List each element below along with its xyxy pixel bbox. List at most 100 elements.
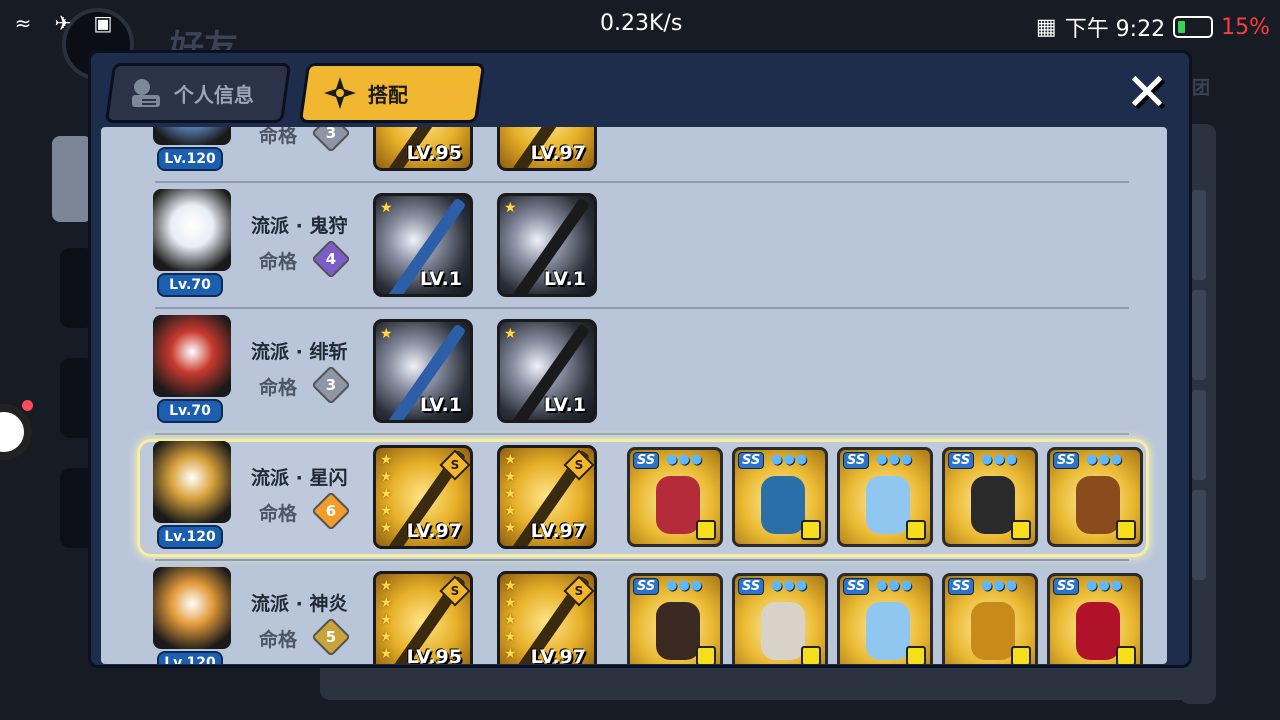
card-grade: SS — [738, 452, 765, 469]
card-tier-icons: ●●● — [1086, 578, 1124, 593]
accessory-card[interactable]: SS ●●● — [1047, 447, 1143, 547]
weapon-level: LV.95 — [406, 142, 462, 164]
wifi-icon: ≈ — [14, 11, 32, 35]
star-icon: ★ — [380, 646, 393, 662]
card-corner-icon — [1011, 520, 1031, 540]
card-grade: SS — [948, 452, 975, 469]
weapon-slot[interactable]: ★ LV.1 — [373, 319, 473, 423]
star-icon: ★ — [380, 520, 393, 536]
card-corner-icon — [801, 520, 821, 540]
card-tier-icons: ●●● — [876, 578, 914, 593]
destiny-rank-icon: 3 — [311, 365, 351, 405]
weapon-slot[interactable]: ★ ★ ★ ★ ★ S LV.95 — [373, 571, 473, 664]
card-tier-icons: ●●● — [771, 452, 809, 467]
hero-avatar[interactable] — [153, 127, 231, 145]
loadout-row[interactable]: Lv.70 流派 · 绯斩 命格 3 ★ LV.1 ★ LV.1 — [101, 309, 1167, 435]
card-tier-icons: ●●● — [666, 578, 704, 593]
image-icon: ▣ — [93, 11, 113, 35]
destiny-rank-value: 4 — [325, 250, 337, 268]
star-icon: ★ — [504, 646, 517, 662]
crystal-icon — [866, 476, 910, 534]
weapon-slot[interactable]: ★ LV.1 — [497, 193, 597, 297]
profile-card-icon — [132, 79, 160, 107]
weapon-slot[interactable]: ★★ LV.97 — [497, 127, 597, 171]
accessory-card[interactable]: SS ●●● — [837, 447, 933, 547]
school-label: 流派 · 鬼狩 — [251, 215, 348, 237]
hero-avatar[interactable] — [153, 315, 231, 397]
background-side-label: 团 — [1192, 78, 1210, 99]
close-button[interactable]: ✕ — [1121, 67, 1173, 121]
weapon-level: LV.97 — [530, 142, 586, 164]
tab-loadout[interactable]: 搭配 — [298, 63, 486, 123]
accessory-card[interactable]: SS ●●● — [627, 573, 723, 664]
star-icon: ★ — [504, 503, 517, 519]
loadout-row[interactable]: Lv.120 流派 · 星闪 命格 6 ★ ★ ★ ★ ★ S LV.97 ★ ★ ★ ★ ★ S … — [101, 435, 1167, 561]
tab-personal-info[interactable]: 个人信息 — [104, 63, 292, 123]
loadout-row[interactable]: Lv.120 流派 · 神炎 命格 5 ★ ★ ★ ★ ★ S LV.95 ★ ★ ★ ★ ★ S … — [101, 561, 1167, 664]
weapon-slot[interactable]: ★ LV.1 — [373, 193, 473, 297]
weapon-grade: S — [574, 458, 584, 472]
accessory-card[interactable]: SS ●●● — [942, 447, 1038, 547]
weapon-level: LV.1 — [419, 394, 462, 416]
card-tier-icons: ●●● — [666, 452, 704, 467]
star-icon: ★ — [380, 503, 393, 519]
loadout-row[interactable]: Lv.120 命格 3 ★★★ LV.95 ★★ LV.97 — [101, 127, 1167, 183]
card-tier-icons: ●●● — [981, 452, 1019, 467]
hero-avatar[interactable] — [153, 189, 231, 271]
star-icon: ★ — [380, 595, 393, 611]
background-right-strip — [1192, 490, 1206, 580]
accessory-card[interactable]: SS ●●● — [627, 447, 723, 547]
card-corner-icon — [1116, 520, 1136, 540]
crystal-icon — [866, 602, 910, 660]
weapon-level: LV.97 — [530, 646, 586, 664]
card-grade: SS — [843, 452, 870, 469]
chain-icon — [656, 476, 700, 534]
weapon-slot[interactable]: ★★★ LV.95 — [373, 127, 473, 171]
weapon-slot[interactable]: ★ ★ ★ ★ ★ S LV.97 — [497, 571, 597, 664]
notification-dot — [22, 400, 33, 411]
weapon-slot[interactable]: ★ ★ ★ ★ ★ S LV.97 — [497, 445, 597, 549]
weapon-grade: S — [450, 584, 460, 598]
weapon-grade: S — [574, 584, 584, 598]
accessory-card[interactable]: SS ●●● — [732, 573, 828, 664]
card-corner-icon — [906, 520, 926, 540]
weapon-slot[interactable]: ★ ★ ★ ★ ★ S LV.97 — [373, 445, 473, 549]
tab-label: 搭配 — [368, 82, 408, 107]
card-tier-icons: ●●● — [981, 578, 1019, 593]
destiny-rank-value: 3 — [325, 127, 337, 142]
card-tier-icons: ●●● — [771, 578, 809, 593]
star-icon: ★ — [380, 326, 393, 342]
weapon-level: LV.97 — [406, 520, 462, 542]
horn-icon — [1076, 476, 1120, 534]
school-label: 流派 · 星闪 — [251, 467, 348, 489]
accessory-card[interactable]: SS ●●● — [732, 447, 828, 547]
hero-avatar[interactable] — [153, 567, 231, 649]
floating-assist-ball[interactable] — [0, 404, 32, 460]
card-corner-icon — [1116, 646, 1136, 664]
hero-level-badge: Lv.70 — [157, 273, 223, 297]
accessory-card[interactable]: SS ●●● — [837, 573, 933, 664]
hero-level-badge: Lv.120 — [157, 525, 223, 549]
hero-avatar[interactable] — [153, 441, 231, 523]
network-speed: 0.23K/s — [600, 11, 683, 36]
star-icon: ★ — [504, 469, 517, 485]
loadout-list[interactable]: Lv.120命格 3 ★★★ LV.95 ★★ LV.97 Lv.70流派 · … — [101, 127, 1167, 664]
weapon-slot[interactable]: ★ LV.1 — [497, 319, 597, 423]
hero-level-badge: Lv.70 — [157, 399, 223, 423]
star-icon: ★ — [504, 200, 517, 216]
destiny-rank-icon: 4 — [311, 239, 351, 279]
background-right-strip — [1192, 190, 1206, 280]
friend-detail-modal: 个人信息 搭配 ✕ Lv.120命格 3 ★★★ LV.95 ★★ LV.97 … — [88, 50, 1192, 668]
hero-level-badge: Lv.120 — [157, 147, 223, 171]
star-icon: ★ — [504, 520, 517, 536]
beads-icon — [656, 602, 700, 660]
card-grade: SS — [948, 578, 975, 595]
star-icon: ★ — [504, 326, 517, 342]
background-right-strip — [1192, 290, 1206, 380]
card-corner-icon — [906, 646, 926, 664]
loadout-row[interactable]: Lv.70 流派 · 鬼狩 命格 4 ★ LV.1 ★ LV.1 — [101, 183, 1167, 309]
weapon-level: LV.97 — [530, 520, 586, 542]
accessory-card[interactable]: SS ●●● — [1047, 573, 1143, 664]
battery-icon — [1173, 16, 1214, 38]
accessory-card[interactable]: SS ●●● — [942, 573, 1038, 664]
